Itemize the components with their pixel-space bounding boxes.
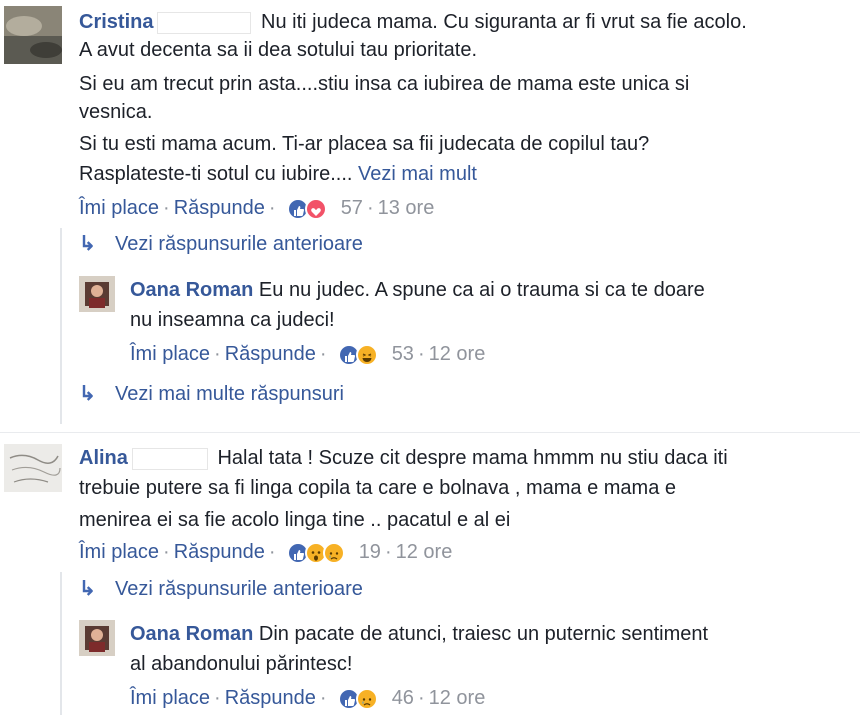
comment-text: Si tu esti mama acum. Ti-ar placea sa fi… xyxy=(79,133,650,155)
comment-actions: Îmi place · Răspunde · 57 · 13 ore xyxy=(79,194,434,222)
avatar[interactable] xyxy=(79,620,115,656)
reply-text: Eu nu judec. A spune ca ai o trauma si c… xyxy=(258,279,705,301)
reply-author[interactable]: Oana Roman xyxy=(130,623,253,645)
reaction-count[interactable]: 53 xyxy=(392,343,414,365)
avatar-image xyxy=(79,276,115,312)
separator-dot: · xyxy=(214,343,221,365)
separator-dot: · xyxy=(268,541,276,563)
comment-text: trebuie putere sa fi linga copila ta car… xyxy=(79,477,676,499)
comment-text: Si eu am trecut prin asta....stiu insa c… xyxy=(79,73,690,95)
timestamp[interactable]: 12 ore xyxy=(429,687,486,709)
view-previous-replies[interactable]: ↳ Vezi răspunsurile anterioare xyxy=(79,575,363,603)
comment-actions: Îmi place · Răspunde · 19 · 12 ore xyxy=(79,538,452,566)
reply-text: nu inseamna ca judeci! xyxy=(130,309,335,331)
reply-actions: Îmi place · Răspunde · 53 · 12 ore xyxy=(130,340,485,368)
reply-link[interactable]: Răspunde xyxy=(174,541,265,563)
comment-line: Cristina Nu iti judeca mama. Cu sigurant… xyxy=(79,8,747,36)
separator-dot: · xyxy=(163,197,170,219)
separator-dot: · xyxy=(163,541,170,563)
reply-actions: Îmi place · Răspunde · 46 · 12 ore xyxy=(130,684,485,712)
reply-text: al abandonului părintesc! xyxy=(130,653,353,675)
separator-dot: · xyxy=(268,197,276,219)
reply-author[interactable]: Oana Roman xyxy=(130,279,253,301)
avatar-image xyxy=(4,444,62,492)
comment-text: Rasplateste-ti sotul cu iubire.... xyxy=(79,163,353,185)
like-link[interactable]: Îmi place xyxy=(79,541,159,563)
reply-text: Din pacate de atunci, traiesc un puterni… xyxy=(258,623,709,645)
reaction-count[interactable]: 19 xyxy=(359,541,381,563)
timestamp[interactable]: 12 ore xyxy=(429,343,486,365)
avatar[interactable] xyxy=(4,6,62,64)
avatar[interactable] xyxy=(4,444,62,492)
comment-line: Alina Halal tata ! Scuze cit despre mama… xyxy=(79,444,728,472)
like-link[interactable]: Îmi place xyxy=(130,687,210,709)
see-more-link[interactable]: Vezi mai mult xyxy=(358,163,477,185)
reply-line: Oana Roman Din pacate de atunci, traiesc… xyxy=(130,620,708,648)
separator-dot: · xyxy=(214,687,221,709)
reaction-count[interactable]: 46 xyxy=(392,687,414,709)
sad-reaction-icon xyxy=(323,541,346,564)
avatar-image xyxy=(79,620,115,656)
reply-arrow-icon: ↳ xyxy=(79,578,96,600)
haha-reaction-icon xyxy=(356,343,379,366)
view-previous-replies-label: Vezi răspunsurile anterioare xyxy=(115,233,363,255)
reply-arrow-icon: ↳ xyxy=(79,383,96,405)
timestamp[interactable]: 13 ore xyxy=(378,197,435,219)
reply-thread-line xyxy=(60,228,62,424)
comment-author[interactable]: Cristina xyxy=(79,11,153,33)
redacted-surname xyxy=(157,11,252,34)
comment-text: vesnica. xyxy=(79,101,153,123)
reactions[interactable] xyxy=(287,541,351,564)
love-reaction-icon xyxy=(305,197,328,220)
view-more-replies-label: Vezi mai multe răspunsuri xyxy=(115,383,344,405)
comment-line: Rasplateste-ti sotul cu iubire.... Vezi … xyxy=(79,160,477,188)
separator-dot: · xyxy=(366,197,374,219)
reply-link[interactable]: Răspunde xyxy=(225,687,316,709)
view-more-replies[interactable]: ↳ Vezi mai multe răspunsuri xyxy=(79,380,344,408)
comment-text: A avut decenta sa ii dea sotului tau pri… xyxy=(79,39,478,61)
reactions[interactable] xyxy=(338,343,384,366)
separator-dot: · xyxy=(417,343,425,365)
separator-dot: · xyxy=(319,687,327,709)
comment-text: menirea ei sa fie acolo linga tine .. pa… xyxy=(79,509,511,531)
avatar-image xyxy=(4,6,62,64)
separator-dot: · xyxy=(384,541,392,563)
reactions[interactable] xyxy=(287,197,333,220)
view-previous-replies-label: Vezi răspunsurile anterioare xyxy=(115,578,363,600)
timestamp[interactable]: 12 ore xyxy=(396,541,453,563)
comment-author[interactable]: Alina xyxy=(79,447,128,469)
redacted-surname xyxy=(131,447,208,470)
reply-line: Oana Roman Eu nu judec. A spune ca ai o … xyxy=(130,276,705,304)
reaction-count[interactable]: 57 xyxy=(341,197,363,219)
sad-reaction-icon xyxy=(356,687,379,710)
comment-text: Nu iti judeca mama. Cu siguranta ar fi v… xyxy=(261,11,747,33)
reply-arrow-icon: ↳ xyxy=(79,233,96,255)
reply-link[interactable]: Răspunde xyxy=(174,197,265,219)
comment-text: Halal tata ! Scuze cit despre mama hmmm … xyxy=(217,447,728,469)
reactions[interactable] xyxy=(338,687,384,710)
separator-dot: · xyxy=(417,687,425,709)
view-previous-replies[interactable]: ↳ Vezi răspunsurile anterioare xyxy=(79,230,363,258)
like-link[interactable]: Îmi place xyxy=(130,343,210,365)
reply-link[interactable]: Răspunde xyxy=(225,343,316,365)
reply-thread-line xyxy=(60,572,62,715)
like-link[interactable]: Îmi place xyxy=(79,197,159,219)
separator-dot: · xyxy=(319,343,327,365)
comment-divider xyxy=(0,432,860,433)
avatar[interactable] xyxy=(79,276,115,312)
